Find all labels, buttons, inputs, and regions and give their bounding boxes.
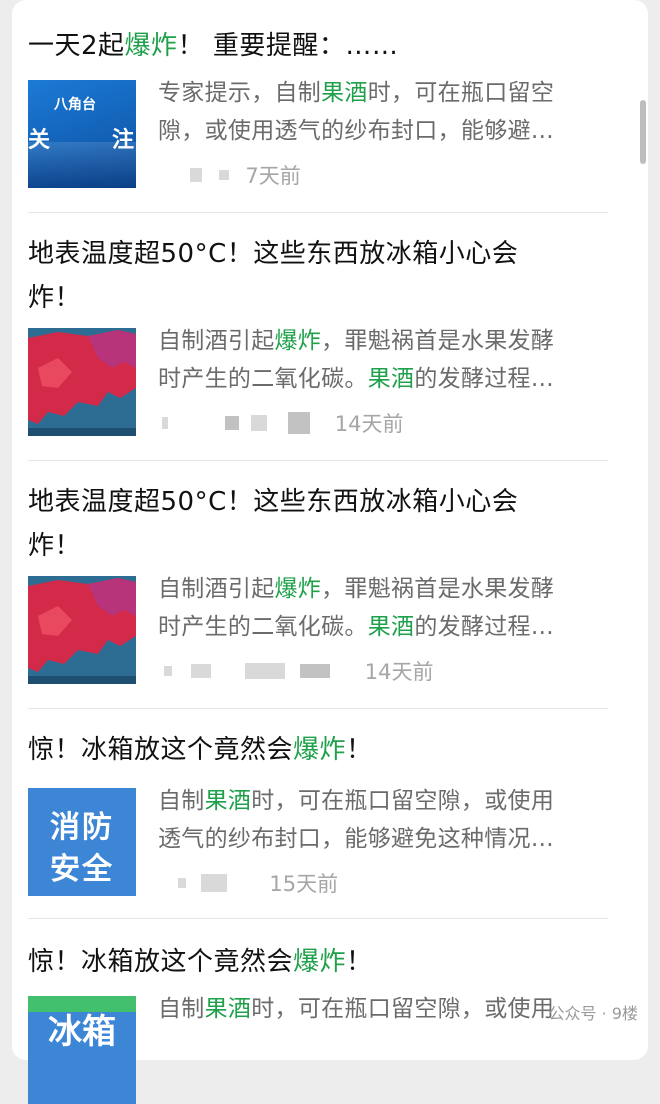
result-meta: 14天前 xyxy=(158,408,403,438)
result-snippet: 自制酒引起爆炸，罪魁祸首是水果发酵 时产生的二氧化碳。果酒的发酵过程… xyxy=(158,328,555,392)
result-date: 14天前 xyxy=(334,412,404,436)
fridge-thumbnail[interactable]: 冰箱 xyxy=(28,996,136,1104)
blurred-source xyxy=(164,666,172,676)
result-title[interactable]: 一天2起爆炸！ 重要提醒：…… xyxy=(28,24,608,68)
scrollbar[interactable] xyxy=(640,100,646,164)
result-snippet: 专家提示，自制果酒时，可在瓶口留空 隙，或使用透气的纱布封口，能够避… xyxy=(158,80,555,144)
result-title[interactable]: 地表温度超50°C！这些东西放冰箱小心会 炸！ xyxy=(28,232,608,320)
result-date: 15天前 xyxy=(269,872,339,896)
blurred-source xyxy=(190,168,202,182)
blurred-source xyxy=(190,664,211,678)
divider xyxy=(28,212,608,213)
blurred-source xyxy=(288,412,311,434)
blurred-source xyxy=(251,415,268,431)
blurred-source xyxy=(300,664,331,678)
heat-map-image xyxy=(28,328,136,436)
result-date: 7天前 xyxy=(245,164,301,188)
result-item-1[interactable]: 一天2起爆炸！ 重要提醒：…… 八角台 关 注 专家提示，自制果酒时，可在瓶口留… xyxy=(28,24,608,188)
thumbnail-text: 关 xyxy=(28,128,51,153)
result-meta: 14天前 xyxy=(158,656,433,686)
thumbnail-text: 冰箱 xyxy=(48,1012,116,1052)
watermark: 公众号 · 9楼 xyxy=(548,1004,638,1023)
result-snippet: 自制酒引起爆炸，罪魁祸首是水果发酵 时产生的二氧化碳。果酒的发酵过程… xyxy=(158,576,555,640)
result-item-5[interactable]: 惊！冰箱放这个竟然会爆炸！ 冰箱 自制果酒时，可在瓶口留空隙，或使用 xyxy=(28,940,608,1104)
blurred-source xyxy=(245,663,286,679)
result-snippet: 自制果酒时，可在瓶口留空隙，或使用 透气的纱布封口，能够避免这种情况… xyxy=(158,788,555,852)
thumbnail-text: 注 xyxy=(112,128,135,153)
result-item-4[interactable]: 惊！冰箱放这个竟然会爆炸！ 消防 安全 自制果酒时，可在瓶口留空隙，或使用 透气… xyxy=(28,728,608,896)
result-title[interactable]: 惊！冰箱放这个竟然会爆炸！ xyxy=(28,728,608,772)
result-meta: 7天前 xyxy=(158,160,301,190)
thumbnail-text: 消防 xyxy=(50,810,114,845)
thumbnail-logo-text: 八角台 xyxy=(54,97,96,113)
heat-map-thumbnail[interactable] xyxy=(28,576,136,684)
blurred-source xyxy=(178,878,186,888)
divider xyxy=(28,460,608,461)
heat-map-thumbnail[interactable] xyxy=(28,328,136,436)
result-title[interactable]: 地表温度超50°C！这些东西放冰箱小心会 炸！ xyxy=(28,480,608,568)
thumbnail-text: 安全 xyxy=(50,852,114,887)
result-date: 14天前 xyxy=(364,660,434,684)
result-title[interactable]: 惊！冰箱放这个竟然会爆炸！ xyxy=(28,940,608,984)
result-thumbnail[interactable]: 八角台 关 注 xyxy=(28,80,136,188)
result-meta: 15天前 xyxy=(158,868,338,898)
blurred-source xyxy=(200,874,227,892)
result-item-2[interactable]: 地表温度超50°C！这些东西放冰箱小心会 炸！ 自制酒引起爆炸，罪魁祸首是水果发… xyxy=(28,232,608,436)
result-item-3[interactable]: 地表温度超50°C！这些东西放冰箱小心会 炸！ 自制酒引起爆炸，罪魁祸首是水果发… xyxy=(28,480,608,684)
result-snippet: 自制果酒时，可在瓶口留空隙，或使用 xyxy=(158,996,555,1022)
divider xyxy=(28,708,608,709)
blurred-source xyxy=(162,417,168,429)
blurred-source xyxy=(218,170,229,180)
blurred-source xyxy=(224,416,239,430)
fire-safety-thumbnail[interactable]: 消防 安全 xyxy=(28,788,136,896)
divider xyxy=(28,918,608,919)
heat-map-image xyxy=(28,576,136,684)
